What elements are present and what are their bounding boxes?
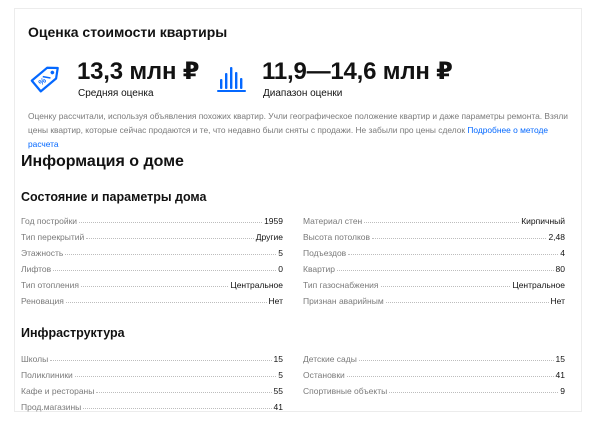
param-value: Нет bbox=[268, 296, 283, 306]
price-tag-icon: % bbox=[30, 66, 59, 93]
param-value: Другие bbox=[255, 232, 283, 242]
condition-left-column: Год постройки 1959 Тип перекрытий Другие Э… bbox=[21, 210, 283, 306]
infrastructure-left-column: Школы 15 Поликлиники 5 Кафе и рестораны 55 … bbox=[21, 348, 283, 412]
leader-dots bbox=[74, 376, 277, 377]
param-row-renovation: Реновация Нет bbox=[21, 290, 283, 306]
estimate-range-value: 11,9—14,6 млн ₽ bbox=[262, 58, 453, 85]
infra-label: Кафе и рестораны bbox=[21, 386, 95, 396]
leader-dots bbox=[372, 238, 547, 239]
param-row-floors: Этажность 5 bbox=[21, 242, 283, 258]
infrastructure-section-title: Инфраструктура bbox=[21, 326, 125, 340]
leader-dots bbox=[389, 392, 559, 393]
infra-value: 55 bbox=[273, 386, 283, 396]
leader-dots bbox=[346, 376, 554, 377]
infra-row-clinics: Поликлиники 5 bbox=[21, 364, 283, 380]
infra-value: 5 bbox=[278, 370, 283, 380]
leader-dots bbox=[50, 360, 272, 361]
infra-value: 41 bbox=[273, 402, 283, 412]
param-value: 2,48 bbox=[548, 232, 565, 242]
estimate-method-note: Оценку рассчитали, используя объявления … bbox=[28, 109, 580, 151]
infra-row-grocery: Прод.магазины 41 bbox=[21, 396, 283, 412]
param-value: Нет bbox=[550, 296, 565, 306]
param-row-entrances: Подъездов 4 bbox=[303, 242, 565, 258]
param-value: 5 bbox=[278, 248, 283, 258]
leader-dots bbox=[86, 238, 254, 239]
param-label: Квартир bbox=[303, 264, 336, 274]
house-info-title: Информация о доме bbox=[21, 153, 184, 170]
infra-row-cafes: Кафе и рестораны 55 bbox=[21, 380, 283, 396]
infra-value: 9 bbox=[560, 386, 565, 396]
average-estimate-value: 13,3 млн ₽ bbox=[77, 58, 200, 85]
param-row-apartments: Квартир 80 bbox=[303, 258, 565, 274]
infra-row-stops: Остановки 41 bbox=[303, 364, 565, 380]
price-estimate-section: Оценка стоимости квартиры % 13,3 млн ₽ С… bbox=[15, 9, 581, 149]
param-label: Тип перекрытий bbox=[21, 232, 85, 242]
condition-section-title: Состояние и параметры дома bbox=[21, 190, 207, 204]
house-info-section: Информация о доме Состояние и параметры … bbox=[19, 150, 581, 412]
param-value: 4 bbox=[560, 248, 565, 258]
leader-dots bbox=[364, 222, 520, 223]
param-value: 80 bbox=[555, 264, 565, 274]
average-estimate-label: Средняя оценка bbox=[78, 88, 154, 99]
param-label: Признан аварийным bbox=[303, 296, 384, 306]
bar-range-icon bbox=[217, 67, 246, 92]
leader-dots bbox=[96, 392, 272, 393]
leader-dots bbox=[65, 302, 267, 303]
infra-value: 15 bbox=[555, 354, 565, 364]
infra-row-sports: Спортивные объекты 9 bbox=[303, 380, 565, 396]
param-value: 1959 bbox=[264, 216, 283, 226]
param-row-build-year: Год постройки 1959 bbox=[21, 210, 283, 226]
param-label: Реновация bbox=[21, 296, 64, 306]
apartment-info-card: Оценка стоимости квартиры % 13,3 млн ₽ С… bbox=[14, 8, 582, 412]
infra-label: Остановки bbox=[303, 370, 345, 380]
estimate-range-label: Диапазон оценки bbox=[263, 88, 343, 99]
param-label: Тип отопления bbox=[21, 280, 79, 290]
infra-value: 41 bbox=[555, 370, 565, 380]
leader-dots bbox=[358, 360, 554, 361]
param-row-gas: Тип газоснабжения Центральное bbox=[303, 274, 565, 290]
leader-dots bbox=[348, 254, 559, 255]
param-row-elevators: Лифтов 0 bbox=[21, 258, 283, 274]
param-label: Материал стен bbox=[303, 216, 363, 226]
leader-dots bbox=[65, 254, 277, 255]
param-label: Лифтов bbox=[21, 264, 52, 274]
infra-value: 15 bbox=[273, 354, 283, 364]
leader-dots bbox=[337, 270, 554, 271]
param-value: Центральное bbox=[512, 280, 565, 290]
param-row-floor-type: Тип перекрытий Другие bbox=[21, 226, 283, 242]
param-label: Тип газоснабжения bbox=[303, 280, 379, 290]
param-label: Этажность bbox=[21, 248, 64, 258]
infra-label: Школы bbox=[21, 354, 49, 364]
price-estimate-title: Оценка стоимости квартиры bbox=[28, 24, 228, 40]
leader-dots bbox=[83, 408, 272, 409]
leader-dots bbox=[53, 270, 277, 271]
param-label: Высота потолков bbox=[303, 232, 371, 242]
infra-label: Спортивные объекты bbox=[303, 386, 388, 396]
param-row-heating: Тип отопления Центральное bbox=[21, 274, 283, 290]
infra-label: Детские сады bbox=[303, 354, 357, 364]
param-value: Центральное bbox=[230, 280, 283, 290]
condition-right-column: Материал стен Кирпичный Высота потолков 2,… bbox=[303, 210, 565, 306]
leader-dots bbox=[79, 222, 263, 223]
param-value: Кирпичный bbox=[521, 216, 565, 226]
infra-label: Прод.магазины bbox=[21, 402, 82, 412]
infra-row-schools: Школы 15 bbox=[21, 348, 283, 364]
param-label: Год постройки bbox=[21, 216, 78, 226]
infra-label: Поликлиники bbox=[21, 370, 73, 380]
param-row-wall-material: Материал стен Кирпичный bbox=[303, 210, 565, 226]
infrastructure-right-column: Детские сады 15 Остановки 41 Спортивные об… bbox=[303, 348, 565, 396]
param-label: Подъездов bbox=[303, 248, 347, 258]
infra-row-kindergartens: Детские сады 15 bbox=[303, 348, 565, 364]
param-row-emergency: Признан аварийным Нет bbox=[303, 290, 565, 306]
param-value: 0 bbox=[278, 264, 283, 274]
leader-dots bbox=[80, 286, 229, 287]
leader-dots bbox=[380, 286, 511, 287]
param-row-ceiling-height: Высота потолков 2,48 bbox=[303, 226, 565, 242]
leader-dots bbox=[385, 302, 549, 303]
